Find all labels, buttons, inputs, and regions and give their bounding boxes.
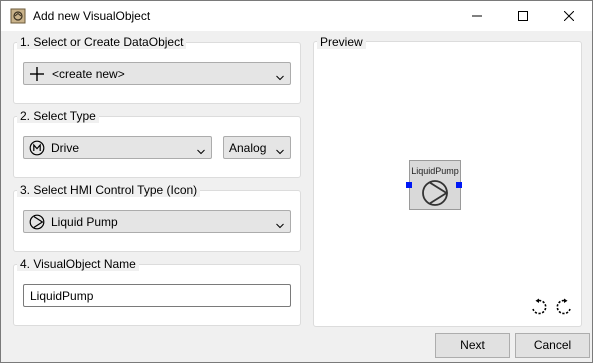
chevron-down-icon [276, 218, 284, 232]
group-label-step3: 3. Select HMI Control Type (Icon) [17, 183, 201, 197]
rotate-left-icon[interactable] [530, 298, 548, 319]
dataobject-combobox[interactable]: <create new> [23, 62, 291, 85]
visualobject-name-input[interactable] [24, 285, 290, 306]
plus-icon [29, 66, 45, 85]
pump-icon [29, 214, 45, 233]
preview-label: Preview [317, 35, 366, 49]
dataobject-value: <create new> [52, 67, 125, 81]
cancel-button[interactable]: Cancel [515, 333, 590, 358]
type-value: Drive [51, 141, 80, 155]
selection-handle-left[interactable] [406, 182, 412, 188]
type-combobox[interactable]: Drive [23, 136, 212, 159]
app-cube-icon [10, 8, 26, 24]
signal-combobox[interactable]: Analog [223, 136, 291, 159]
window-title: Add new VisualObject [33, 9, 151, 23]
maximize-button[interactable] [500, 1, 546, 31]
selection-handle-right[interactable] [456, 182, 462, 188]
title-bar: Add new VisualObject [1, 1, 592, 31]
close-button[interactable] [546, 1, 592, 31]
minimize-button[interactable] [454, 1, 500, 31]
visualobject-name-field[interactable] [23, 284, 291, 307]
pump-icon [421, 179, 449, 210]
group-label-step4: 4. VisualObject Name [17, 257, 139, 271]
chevron-down-icon [197, 144, 205, 158]
preview-object-label: LiquidPump [411, 166, 459, 176]
close-icon [564, 11, 574, 21]
maximize-icon [518, 11, 528, 21]
next-button[interactable]: Next [435, 333, 510, 358]
chevron-down-icon [276, 144, 284, 158]
preview-visual-object[interactable]: LiquidPump [409, 160, 461, 210]
m-circle-icon [29, 140, 45, 159]
dialog-window: Add new VisualObject 1. Select or Create… [0, 0, 593, 363]
hmi-control-value: Liquid Pump [51, 215, 118, 229]
group-label-step2: 2. Select Type [17, 109, 99, 123]
hmi-control-combobox[interactable]: Liquid Pump [23, 210, 291, 233]
minimize-icon [472, 11, 482, 21]
rotate-right-icon[interactable] [555, 298, 573, 319]
chevron-down-icon [276, 70, 284, 84]
group-label-step1: 1. Select or Create DataObject [17, 35, 187, 49]
signal-value: Analog [229, 141, 267, 155]
